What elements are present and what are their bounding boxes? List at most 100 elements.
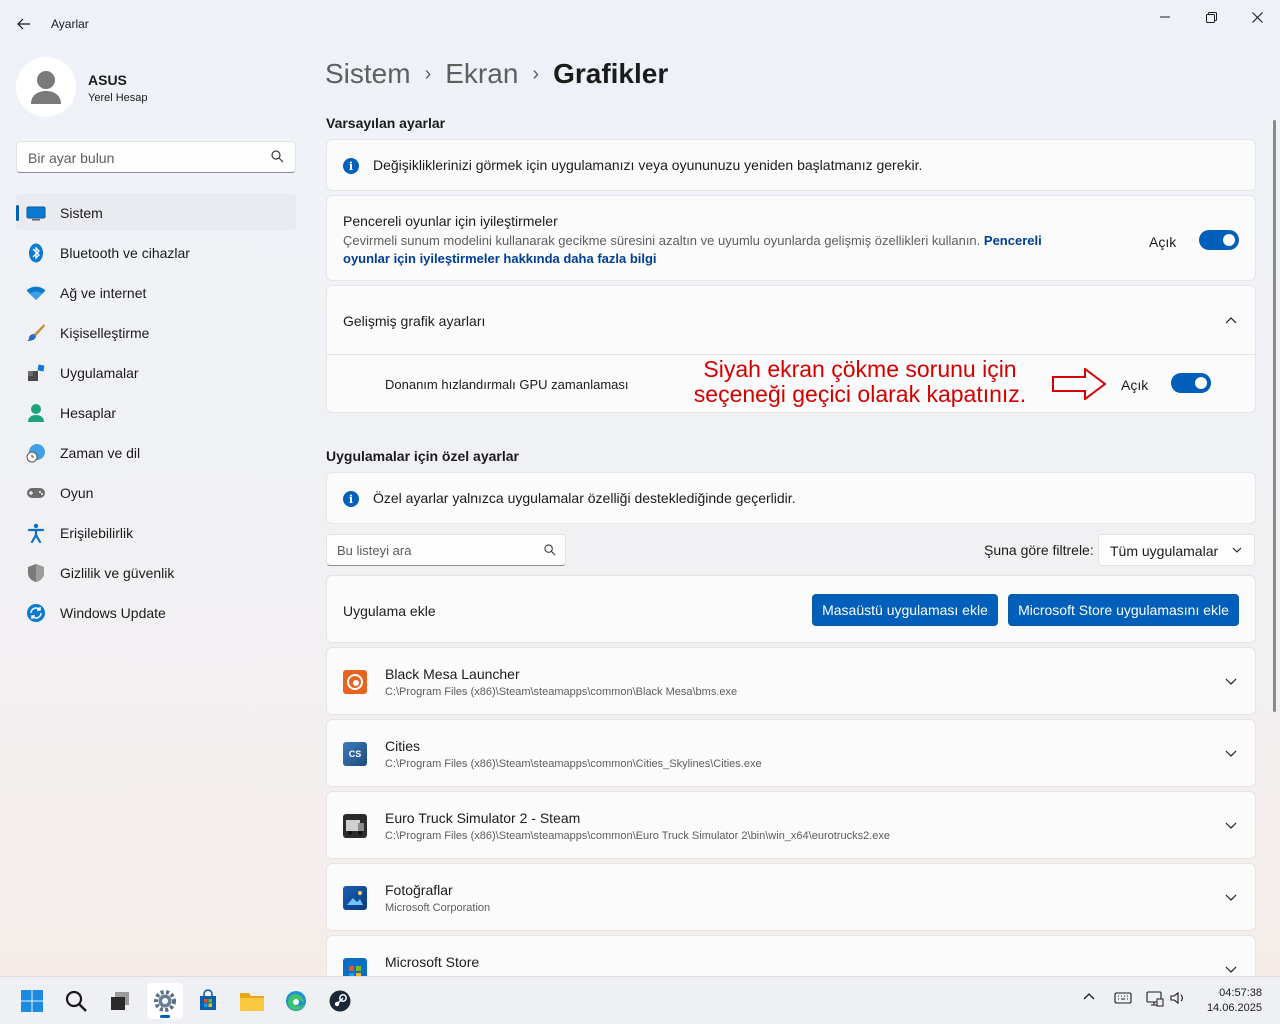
update-icon: [26, 603, 46, 623]
task-view-button[interactable]: [102, 983, 138, 1019]
add-app-label: Uygulama ekle: [343, 603, 436, 619]
breadcrumb-sistem[interactable]: Sistem: [325, 58, 411, 90]
gpu-scheduling-toggle[interactable]: [1171, 373, 1211, 393]
breadcrumb-separator: ›: [532, 62, 540, 85]
sidebar-item-personalization[interactable]: Kişiselleştirme: [16, 314, 296, 350]
learn-more-link[interactable]: Pencereli: [984, 233, 1042, 248]
sidebar-item-apps[interactable]: Uygulamalar: [16, 354, 296, 390]
shield-icon: [26, 563, 46, 583]
sidebar-item-time-language[interactable]: Zaman ve dil: [16, 434, 296, 470]
sidebar-item-accessibility[interactable]: Erişilebilirlik: [16, 514, 296, 550]
page-title: Grafikler: [553, 58, 669, 89]
chevron-down-icon: [1225, 678, 1237, 685]
monitor-icon: [26, 203, 46, 223]
back-button[interactable]: [10, 10, 38, 38]
restore-button[interactable]: [1188, 4, 1234, 30]
app-path: C:\Program Files (x86)\Steam\steamapps\c…: [385, 758, 762, 770]
taskbar-store-app[interactable]: [190, 983, 226, 1019]
custom-info-card: i Özel ayarlar yalnızca uygulamalar özel…: [326, 472, 1256, 524]
steam-icon: [329, 990, 351, 1012]
breadcrumb-ekran[interactable]: Ekran: [445, 58, 518, 90]
annotation-line-1: Siyah ekran çökme sorunu için: [703, 356, 1017, 382]
euro-truck-icon: [343, 814, 367, 838]
app-row-photos[interactable]: Fotoğraflar Microsoft Corporation: [326, 863, 1256, 931]
sidebar-item-bluetooth[interactable]: Bluetooth ve cihazlar: [16, 234, 296, 270]
gpu-toggle-state: Açık: [1121, 377, 1149, 393]
task-view-icon: [111, 992, 129, 1010]
restart-info-text: Değişikliklerinizi görmek için uygulaman…: [373, 157, 923, 173]
sidebar-item-gaming[interactable]: Oyun: [16, 474, 296, 510]
taskbar-search-button[interactable]: [58, 983, 94, 1019]
windows-logo-icon: [21, 990, 43, 1012]
app-name: Cities: [385, 738, 421, 754]
add-store-app-button[interactable]: Microsoft Store uygulamasını ekle: [1008, 594, 1239, 626]
divider: [327, 354, 1255, 355]
chevron-down-icon: [1225, 966, 1237, 973]
sidebar-item-privacy[interactable]: Gizlilik ve güvenlik: [16, 554, 296, 590]
clock-date: 14.06.2025: [1206, 1002, 1262, 1014]
cities-icon: CS: [343, 742, 367, 766]
search-icon: [65, 990, 87, 1012]
start-button[interactable]: [14, 983, 50, 1019]
section-title-custom: Uygulamalar için özel ayarlar: [326, 448, 519, 464]
sidebar-nav: Sistem Bluetooth ve cihazlar Ağ ve inter…: [16, 194, 296, 634]
advanced-graphics-title: Gelişmiş grafik ayarları: [343, 313, 486, 329]
chevron-up-icon: [1083, 993, 1095, 1000]
edge-icon: [286, 991, 306, 1011]
minimize-button[interactable]: [1142, 4, 1188, 30]
gamepad-icon: [26, 483, 46, 503]
app-name: Fotoğraflar: [385, 882, 453, 898]
folder-icon: [240, 993, 264, 1011]
volume-button[interactable]: [1170, 991, 1186, 1005]
taskbar-settings-app[interactable]: [147, 983, 183, 1019]
app-row-cities[interactable]: CS Cities C:\Program Files (x86)\Steam\s…: [326, 719, 1256, 787]
app-row-black-mesa[interactable]: Black Mesa Launcher C:\Program Files (x8…: [326, 647, 1256, 715]
taskbar: 04:57:38 14.06.2025: [0, 976, 1280, 1024]
clock[interactable]: 04:57:38 14.06.2025: [1207, 986, 1262, 1016]
sidebar-item-sistem[interactable]: Sistem: [16, 194, 296, 230]
bluetooth-icon: [26, 243, 46, 263]
network-button[interactable]: [1146, 991, 1164, 1007]
advanced-graphics-header[interactable]: Gelişmiş grafik ayarları: [327, 286, 1255, 354]
app-name: Euro Truck Simulator 2 - Steam: [385, 810, 581, 826]
settings-search-input[interactable]: Bir ayar bulun: [16, 141, 296, 173]
gpu-scheduling-label: Donanım hızlandırmalı GPU zamanlaması: [385, 377, 629, 392]
title-bar: Ayarlar: [0, 0, 1280, 48]
avatar: [16, 57, 76, 117]
app-row-microsoft-store[interactable]: Microsoft Store: [326, 935, 1256, 976]
app-path: C:\Program Files (x86)\Steam\steamapps\c…: [385, 686, 738, 698]
annotation-text: Siyah ekran çökme sorunu için seçeneği g…: [670, 357, 1050, 407]
sidebar-item-accounts[interactable]: Hesaplar: [16, 394, 296, 430]
windowed-games-desc-text: Çevirmeli sunum modelini kullanarak geci…: [343, 233, 981, 248]
section-title-defaults: Varsayılan ayarlar: [326, 115, 446, 131]
app-list-search-input[interactable]: Bu listeyi ara: [326, 534, 566, 566]
sidebar-item-label: Windows Update: [60, 605, 166, 621]
speaker-icon: [1170, 991, 1183, 1005]
active-app-indicator: [160, 1015, 170, 1018]
taskbar-steam[interactable]: [322, 983, 358, 1019]
keyboard-layout-button[interactable]: [1114, 991, 1132, 1005]
active-indicator: [16, 205, 19, 221]
sidebar-item-label: Ağ ve internet: [60, 285, 147, 301]
user-profile[interactable]: ASUS Yerel Hesap: [16, 57, 296, 117]
sidebar-item-network[interactable]: Ağ ve internet: [16, 274, 296, 310]
learn-more-link-cont[interactable]: oyunlar için iyileştirmeler hakkında dah…: [343, 251, 657, 266]
taskbar-file-explorer[interactable]: [234, 983, 270, 1019]
clock-time: 04:57:38: [1219, 987, 1262, 999]
filter-dropdown[interactable]: Tüm uygulamalar: [1098, 534, 1255, 566]
windowed-games-toggle[interactable]: [1199, 230, 1239, 250]
sidebar-item-windows-update[interactable]: Windows Update: [16, 594, 296, 630]
close-button[interactable]: [1234, 4, 1280, 30]
sidebar-item-label: Oyun: [60, 485, 94, 501]
photos-icon: [343, 886, 367, 910]
sidebar-item-label: Gizlilik ve güvenlik: [60, 565, 175, 581]
taskbar-edge[interactable]: [278, 983, 314, 1019]
scrollbar[interactable]: [1273, 120, 1276, 712]
microsoft-store-icon: [343, 958, 367, 976]
restart-info-card: i Değişikliklerinizi görmek için uygulam…: [326, 139, 1256, 191]
add-desktop-app-button[interactable]: Masaüstü uygulaması ekle: [812, 594, 998, 626]
add-app-card: Uygulama ekle Masaüstü uygulaması ekle M…: [326, 575, 1256, 643]
tray-overflow-button[interactable]: [1082, 991, 1096, 1001]
info-icon: i: [343, 158, 359, 174]
app-row-euro-truck[interactable]: Euro Truck Simulator 2 - Steam C:\Progra…: [326, 791, 1256, 859]
